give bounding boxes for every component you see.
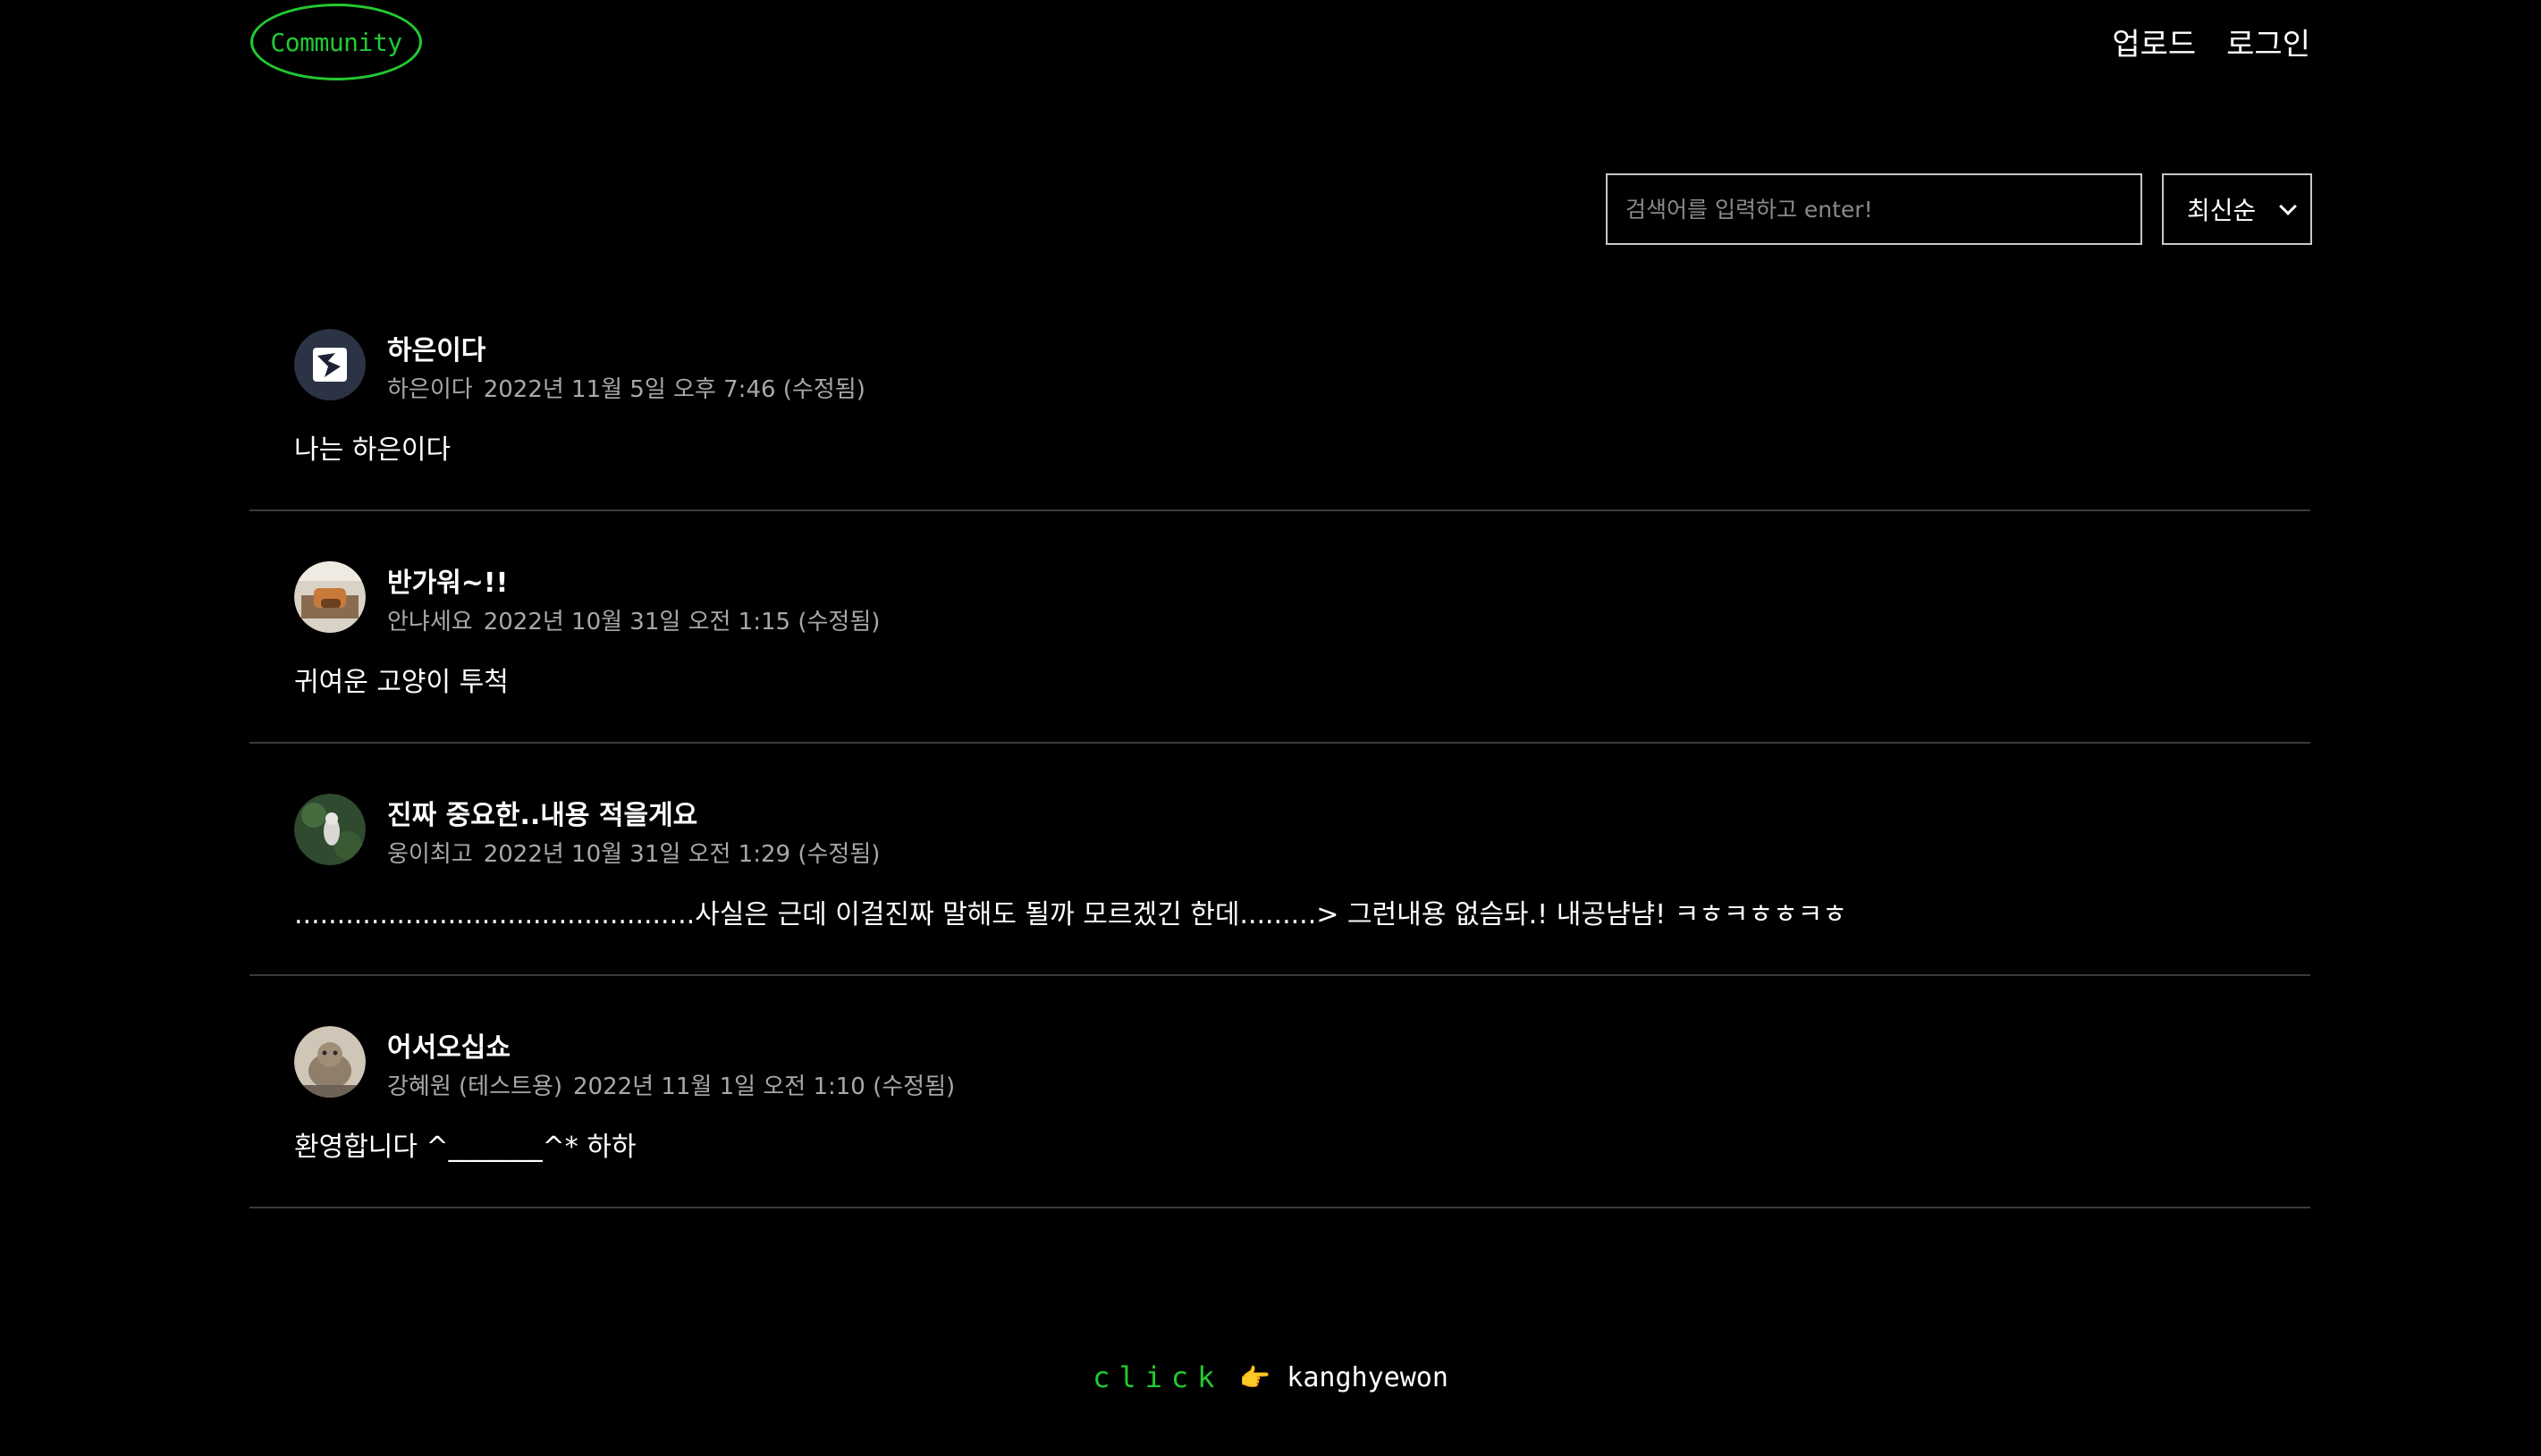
- post-author: 안냐세요: [387, 609, 473, 635]
- post-body: 귀여운 고양이 투척: [294, 667, 509, 698]
- avatar: [294, 561, 366, 633]
- sort-select[interactable]: 최신순: [2162, 173, 2312, 245]
- avatar: [294, 794, 366, 865]
- post-meta: 안냐세요 2022년 10월 31일 오전 1:15 (수정됨): [387, 603, 880, 636]
- post-item[interactable]: 진짜 중요한..내용 적을게요 웅이최고 2022년 10월 31일 오전 1:2…: [249, 744, 2310, 976]
- header: Community 업로드 로그인: [249, 4, 2310, 82]
- post-meta: 하은이다 2022년 11월 5일 오후 7:46 (수정됨): [387, 371, 865, 404]
- chevron-down-icon: [2279, 198, 2297, 215]
- post-meta: 강혜원 (테스트용) 2022년 11월 1일 오전 1:10 (수정됨): [387, 1068, 955, 1101]
- post-item[interactable]: 어서오십쇼 강혜원 (테스트용) 2022년 11월 1일 오전 1:10 (수정…: [249, 976, 2310, 1208]
- search-input[interactable]: [1606, 173, 2142, 245]
- post-title: 진짜 중요한..내용 적을게요: [387, 800, 698, 831]
- post-list: 하은이다 하은이다 2022년 11월 5일 오후 7:46 (수정됨) 나는 하…: [249, 279, 2310, 1208]
- avatar: [294, 1026, 366, 1098]
- community-page: Community 업로드 로그인 최신순 하은이다 하은이다2022년 11: [0, 0, 2541, 1456]
- post-body: 나는 하은이다: [294, 434, 452, 466]
- footer: click 👉 kanghyewon: [0, 1360, 2541, 1394]
- upload-link[interactable]: 업로드: [2112, 20, 2196, 63]
- top-nav: 업로드 로그인: [2112, 20, 2310, 63]
- post-item[interactable]: 하은이다 하은이다 2022년 11월 5일 오후 7:46 (수정됨) 나는 하…: [249, 279, 2310, 511]
- list-controls: 최신순: [1606, 173, 2312, 245]
- post-title: 반가워~!!: [387, 568, 509, 599]
- logo[interactable]: Community: [250, 4, 422, 80]
- click-label: click: [1093, 1360, 1224, 1394]
- post-author: 강혜원 (테스트용): [387, 1073, 562, 1100]
- avatar: [294, 329, 366, 400]
- post-date: 2022년 10월 31일 오전 1:15 (수정됨): [483, 609, 881, 635]
- post-meta: 웅이최고 2022년 10월 31일 오전 1:29 (수정됨): [387, 836, 880, 869]
- post-item[interactable]: 반가워~!! 안냐세요 2022년 10월 31일 오전 1:15 (수정됨) 귀…: [249, 511, 2310, 744]
- login-link[interactable]: 로그인: [2226, 20, 2310, 63]
- post-date: 2022년 11월 1일 오전 1:10 (수정됨): [573, 1073, 956, 1100]
- post-date: 2022년 11월 5일 오후 7:46 (수정됨): [483, 376, 865, 403]
- post-body: 환영합니다 ^_______^* 하하: [294, 1132, 637, 1163]
- post-title: 어서오십쇼: [387, 1032, 511, 1064]
- post-author: 하은이다: [387, 376, 473, 403]
- post-body: ........................................…: [294, 899, 1847, 930]
- post-author: 웅이최고: [387, 841, 473, 868]
- post-title: 하은이다: [387, 335, 486, 366]
- sort-selected-label: 최신순: [2187, 196, 2257, 225]
- author-link[interactable]: kanghyewon: [1287, 1362, 1448, 1393]
- post-date: 2022년 10월 31일 오전 1:29 (수정됨): [483, 841, 881, 868]
- pointing-hand-icon: 👉: [1239, 1362, 1271, 1393]
